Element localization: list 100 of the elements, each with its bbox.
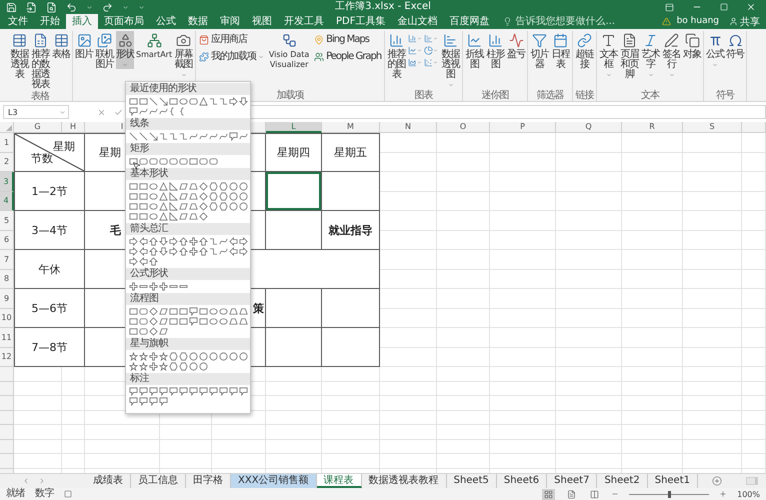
column-header[interactable]: Q bbox=[556, 122, 622, 133]
maximize-icon[interactable] bbox=[720, 3, 728, 11]
ribbon-tab[interactable]: 公式 bbox=[150, 14, 182, 29]
ribbon-button[interactable]: 切片器 bbox=[530, 31, 550, 71]
ribbon-tab[interactable]: 数据 bbox=[182, 14, 214, 29]
ribbon-tab[interactable]: 金山文档 bbox=[391, 14, 444, 29]
chart-type-button[interactable] bbox=[408, 34, 424, 43]
column-header[interactable]: L bbox=[266, 122, 322, 133]
ribbon-button[interactable]: 数据透视表 bbox=[10, 31, 29, 81]
grid-cell bbox=[622, 230, 683, 250]
ribbon-button[interactable]: 超链接 bbox=[575, 31, 594, 71]
ribbon-button[interactable]: 符号 bbox=[726, 31, 744, 61]
redo-icon[interactable] bbox=[102, 2, 113, 12]
ribbon-tab[interactable]: 审阅 bbox=[214, 14, 246, 29]
chart-type-button[interactable] bbox=[424, 46, 440, 55]
grid-cell bbox=[556, 308, 622, 328]
row-header[interactable]: 8 bbox=[0, 270, 14, 289]
search-field[interactable]: 告诉我您想要做什么... bbox=[515, 14, 616, 29]
column-header[interactable]: P bbox=[490, 122, 556, 133]
grid-cell bbox=[14, 410, 62, 425]
ribbon-button[interactable]: 推荐的数据透视表 bbox=[31, 31, 50, 91]
ribbon-button[interactable]: 折线图 bbox=[465, 31, 484, 71]
chart-type-button[interactable] bbox=[408, 58, 424, 67]
ribbon-button[interactable]: Visio Data Visualizer bbox=[267, 31, 312, 71]
document-icon[interactable] bbox=[26, 2, 37, 12]
chart-type-button[interactable] bbox=[424, 34, 440, 43]
undo-icon[interactable] bbox=[66, 2, 77, 12]
ribbon-tab[interactable]: PDF工具集 bbox=[330, 14, 392, 29]
column-header[interactable]: N bbox=[380, 122, 437, 133]
row-header[interactable]: 7 bbox=[0, 250, 14, 270]
row-header[interactable]: 6 bbox=[0, 230, 14, 250]
row-header[interactable]: 9 bbox=[0, 289, 14, 308]
row-header[interactable]: 12 bbox=[0, 348, 14, 367]
row-header[interactable]: 2 bbox=[0, 152, 14, 172]
ribbon-tab[interactable]: 开发工具 bbox=[278, 14, 330, 29]
column-header[interactable]: S bbox=[683, 122, 742, 133]
column-header[interactable]: G bbox=[14, 122, 62, 133]
ribbon-options-icon[interactable] bbox=[665, 2, 674, 12]
ribbon-button[interactable]: SmartArt bbox=[136, 31, 172, 61]
ribbon-button[interactable]: 盈亏 bbox=[507, 31, 526, 61]
ribbon-button[interactable]: 公式 bbox=[706, 31, 724, 69]
share-button[interactable]: 共享 bbox=[719, 14, 766, 29]
ribbon-tab[interactable]: 百度网盘 bbox=[443, 14, 496, 29]
sheet-tab[interactable]: 课程表 bbox=[316, 474, 362, 488]
ribbon-button[interactable]: 日程表 bbox=[551, 31, 570, 71]
table-cell: 3—4节 bbox=[14, 211, 85, 250]
zoom-in-icon[interactable] bbox=[719, 490, 728, 498]
ribbon-button[interactable]: 数据透视图 bbox=[441, 31, 460, 89]
ribbon-button[interactable]: 文本框 bbox=[599, 31, 618, 79]
caret-icon[interactable] bbox=[86, 4, 93, 10]
user-name[interactable]: bo huang bbox=[676, 14, 719, 29]
caret-icon[interactable] bbox=[122, 4, 129, 10]
horizontal-scrollbar[interactable] bbox=[746, 477, 758, 485]
ribbon-tab[interactable]: 页面布局 bbox=[98, 14, 150, 29]
cancel-icon[interactable] bbox=[97, 108, 106, 116]
pivot-table-icon bbox=[12, 33, 27, 48]
row-header[interactable]: 3 bbox=[0, 172, 14, 192]
ribbon-button[interactable]: 屏幕截图 bbox=[174, 31, 194, 79]
ribbon-button[interactable]: 艺术字 bbox=[641, 31, 660, 79]
column-header[interactable]: R bbox=[622, 122, 683, 133]
bar-chart-icon bbox=[443, 33, 458, 48]
chart-type-button[interactable] bbox=[424, 58, 440, 67]
column-header[interactable]: M bbox=[322, 122, 380, 133]
ribbon-tab[interactable]: 视图 bbox=[246, 14, 278, 29]
row-header[interactable]: 1 bbox=[0, 133, 14, 152]
ribbon-button[interactable]: Bing Maps bbox=[313, 34, 382, 45]
print-preview-icon[interactable] bbox=[46, 2, 57, 12]
slider-thumb[interactable] bbox=[668, 490, 672, 498]
customize-icon[interactable] bbox=[138, 4, 145, 10]
ribbon-button[interactable]: 表格 bbox=[52, 31, 70, 61]
caret-icon bbox=[712, 62, 718, 68]
ribbon-tab[interactable]: 文件 bbox=[2, 14, 34, 29]
ribbon-button[interactable]: People Graph bbox=[313, 51, 382, 62]
ribbon-tab[interactable]: 开始 bbox=[34, 14, 66, 29]
close-icon[interactable] bbox=[746, 2, 756, 12]
column-header[interactable]: O bbox=[437, 122, 490, 133]
ribbon-button[interactable]: 页眉和页脚 bbox=[620, 31, 640, 81]
name-box[interactable]: L3 bbox=[3, 105, 69, 119]
ribbon-button[interactable]: 形状 bbox=[116, 31, 134, 69]
row-header[interactable]: 10 bbox=[0, 308, 14, 328]
ribbon-button[interactable]: 应用商店 bbox=[198, 34, 266, 45]
column-header[interactable]: H bbox=[62, 122, 85, 133]
chart-type-button[interactable] bbox=[408, 46, 424, 55]
ribbon-button[interactable]: 签名行 bbox=[662, 31, 682, 79]
ribbon-button[interactable]: 联机图片 bbox=[95, 31, 114, 71]
row-header[interactable]: 5 bbox=[0, 211, 14, 230]
ribbon-button[interactable]: 柱形图 bbox=[486, 31, 506, 71]
grid-cell bbox=[62, 382, 85, 396]
ribbon-tab[interactable]: 插入 bbox=[66, 14, 98, 29]
add-sheet-icon[interactable] bbox=[712, 476, 722, 486]
ribbon-button[interactable]: 对象 bbox=[683, 31, 702, 61]
save-icon[interactable] bbox=[6, 2, 17, 12]
ribbon-button[interactable]: 我的加载项 bbox=[198, 51, 266, 62]
view-button[interactable] bbox=[542, 488, 556, 500]
ribbon-button[interactable]: 图片 bbox=[75, 31, 93, 61]
sheet-tab[interactable]: XXX公司销售额 bbox=[231, 474, 317, 488]
ribbon-button[interactable]: 推荐的图表 bbox=[387, 31, 406, 81]
row-header[interactable]: 4 bbox=[0, 192, 14, 211]
row-header[interactable]: 11 bbox=[0, 328, 14, 348]
grid-cell bbox=[437, 382, 490, 396]
